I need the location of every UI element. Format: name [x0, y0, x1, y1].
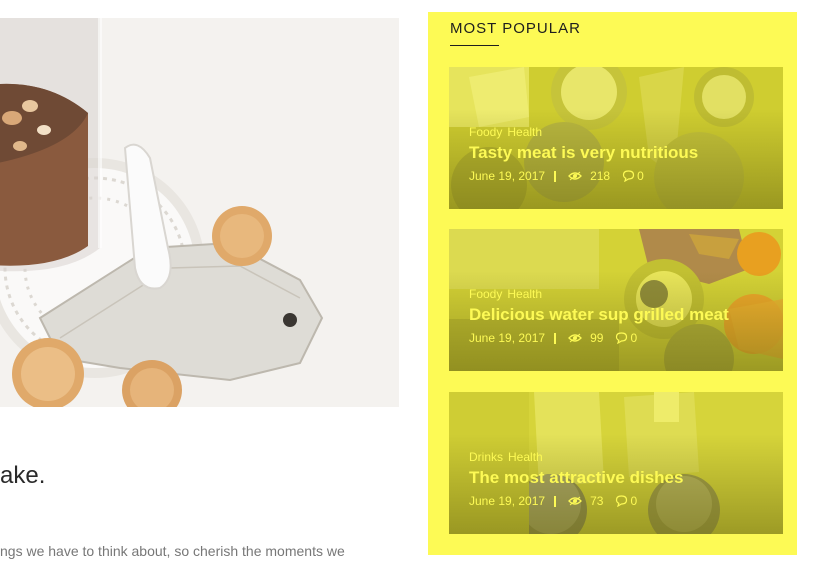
- post-comments-count[interactable]: 0: [630, 331, 637, 345]
- dessert-photo: [0, 18, 399, 407]
- category-link[interactable]: Health: [507, 287, 542, 301]
- popular-post-card[interactable]: Drinks Health The most attractive dishes …: [449, 392, 783, 534]
- category-link[interactable]: Foody: [469, 125, 502, 139]
- post-categories: Drinks Health: [469, 450, 775, 464]
- post-views-count: 218: [590, 169, 611, 183]
- post-meta: June 19, 2017 99 0: [469, 331, 775, 345]
- post-title-link[interactable]: The most attractive dishes: [469, 467, 775, 489]
- post-date: June 19, 2017: [469, 331, 546, 345]
- post-categories: Foody Health: [469, 287, 775, 301]
- most-popular-widget: MOST POPULAR Foody Health Tasty meat is v…: [428, 12, 797, 555]
- comment-icon[interactable]: [615, 495, 628, 507]
- post-views-count: 99: [590, 331, 604, 345]
- article-excerpt: ngs we have to think about, so cherish t…: [0, 543, 345, 559]
- meta-separator: [554, 495, 557, 507]
- post-views-count: 73: [590, 494, 604, 508]
- post-title-link[interactable]: Delicious water sup grilled meat: [469, 304, 775, 326]
- post-date: June 19, 2017: [469, 494, 546, 508]
- comment-icon[interactable]: [622, 170, 635, 182]
- comment-icon[interactable]: [615, 332, 628, 344]
- category-link[interactable]: Foody: [469, 287, 502, 301]
- post-categories: Foody Health: [469, 125, 775, 139]
- article-title[interactable]: ake.: [0, 462, 45, 490]
- widget-title-underline: [450, 45, 499, 46]
- article-featured-image[interactable]: [0, 18, 399, 407]
- meta-separator: [554, 332, 557, 344]
- category-link[interactable]: Health: [507, 125, 542, 139]
- post-meta: June 19, 2017 218 0: [469, 169, 775, 183]
- category-link[interactable]: Health: [508, 450, 543, 464]
- category-link[interactable]: Drinks: [469, 450, 503, 464]
- popular-post-card[interactable]: Foody Health Delicious water sup grilled …: [449, 229, 783, 371]
- post-date: June 19, 2017: [469, 169, 546, 183]
- popular-post-card[interactable]: Foody Health Tasty meat is very nutritiou…: [449, 67, 783, 209]
- widget-title: MOST POPULAR: [450, 20, 581, 37]
- meta-separator: [554, 170, 557, 182]
- post-comments-count[interactable]: 0: [630, 494, 637, 508]
- post-meta: June 19, 2017 73 0: [469, 494, 775, 508]
- post-comments-count[interactable]: 0: [637, 169, 644, 183]
- eye-icon: [568, 333, 582, 343]
- eye-icon: [568, 171, 582, 181]
- post-title-link[interactable]: Tasty meat is very nutritious: [469, 142, 775, 164]
- eye-icon: [568, 496, 582, 506]
